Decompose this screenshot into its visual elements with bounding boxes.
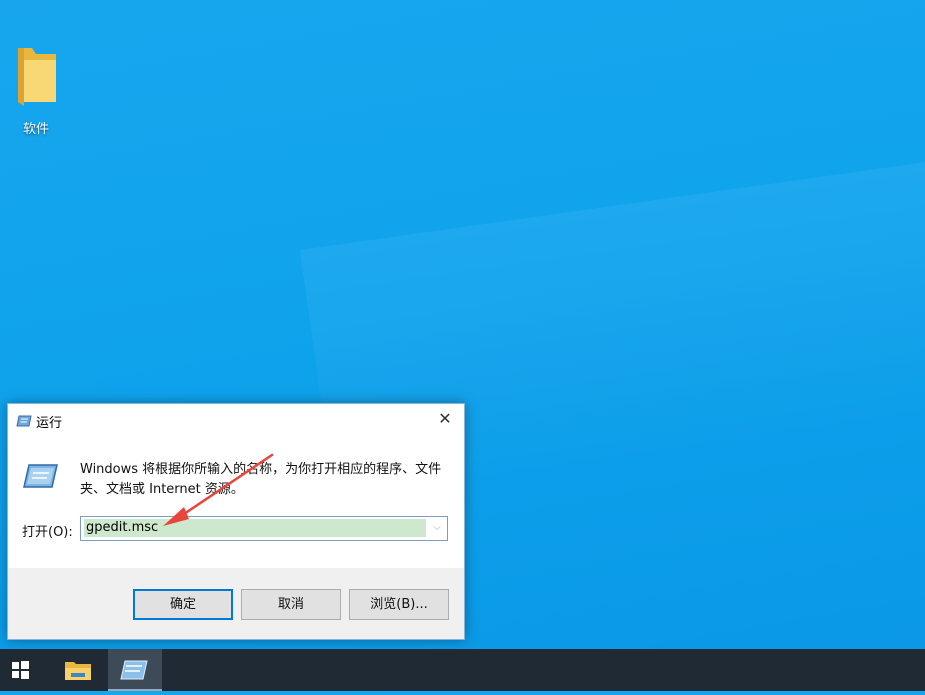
taskbar-file-explorer[interactable] <box>54 649 102 691</box>
close-icon[interactable]: ✕ <box>434 408 456 430</box>
desktop-icon-software[interactable]: 软件 <box>6 40 66 140</box>
run-small-icon <box>16 413 32 432</box>
folder-icon <box>18 48 56 106</box>
cancel-button[interactable]: 取消 <box>241 589 341 620</box>
open-combobox[interactable]: gpedit.msc ⌵ <box>80 516 448 541</box>
taskbar <box>0 649 925 691</box>
windows-start-icon <box>12 661 29 679</box>
desktop-icon-label: 软件 <box>22 122 49 137</box>
dialog-titlebar[interactable]: 运行 ✕ <box>8 404 464 436</box>
open-label: 打开(O): <box>22 525 73 540</box>
open-input[interactable]: gpedit.msc <box>86 520 158 535</box>
chevron-down-icon[interactable]: ⌵ <box>429 519 445 537</box>
start-button[interactable] <box>0 649 48 691</box>
browse-button[interactable]: 浏览(B)... <box>349 589 449 620</box>
dialog-footer: 确定 取消 浏览(B)... <box>8 568 464 639</box>
dialog-content: Windows 将根据你所输入的名称，为你打开相应的程序、文件夹、文档或 Int… <box>8 436 464 568</box>
taskbar-run[interactable] <box>108 649 162 691</box>
dialog-description: Windows 将根据你所输入的名称，为你打开相应的程序、文件夹、文档或 Int… <box>80 462 442 497</box>
dialog-title: 运行 <box>36 416 63 431</box>
run-icon <box>22 462 58 494</box>
file-explorer-icon <box>65 662 91 680</box>
run-dialog: 运行 ✕ Windows 将根据你所输入的名称，为你打开相应的程序、文件夹、文档… <box>7 403 465 640</box>
ok-button[interactable]: 确定 <box>133 589 233 620</box>
run-app-icon <box>120 660 148 680</box>
